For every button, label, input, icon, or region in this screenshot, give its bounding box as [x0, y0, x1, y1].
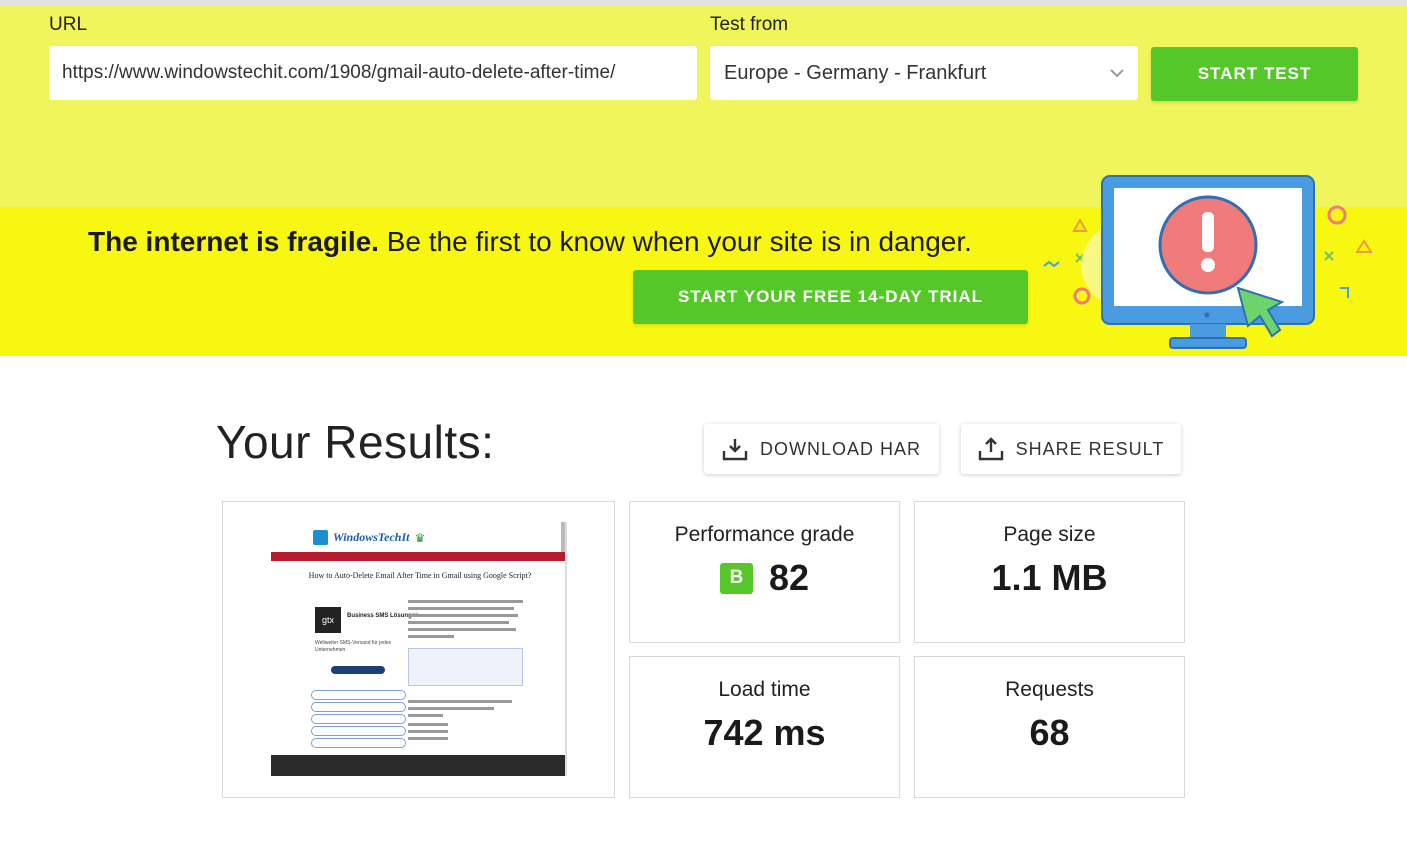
page-screenshot-thumbnail: WindowsTechIt ♛ How to Auto-Delete Email…	[271, 522, 567, 776]
test-location-select[interactable]: Europe - Germany - Frankfurt	[710, 46, 1138, 100]
page-screenshot-card: WindowsTechIt ♛ How to Auto-Delete Email…	[222, 501, 615, 798]
page-size-value: 1.1 MB	[991, 557, 1108, 598]
windows-logo-icon	[313, 530, 328, 545]
performance-grade-label: Performance grade	[674, 523, 855, 546]
promo-message: The internet is fragile. Be the first to…	[88, 226, 972, 258]
page-size-label: Page size	[1003, 523, 1096, 546]
page-size-card: Page size 1.1 MB	[914, 501, 1185, 643]
grade-badge: B	[719, 562, 753, 594]
chevron-down-icon	[1110, 68, 1124, 77]
url-input[interactable]	[49, 46, 697, 100]
thumbnail-scrollbar	[561, 522, 565, 552]
requests-label: Requests	[1005, 678, 1094, 701]
thumbnail-ad-text: Weltweiter SMS-Versand für jedes Unterne…	[315, 640, 392, 653]
performance-grade-value-row: B 82	[719, 557, 810, 599]
thumbnail-logo: WindowsTechIt ♛	[313, 530, 425, 545]
thumbnail-article-text	[408, 600, 523, 642]
thumbnail-headline: How to Auto-Delete Email After Time in G…	[308, 571, 532, 580]
thumbnail-ad-button	[331, 666, 385, 674]
thumbnail-logo-text: WindowsTechIt	[333, 530, 410, 544]
performance-grade-value: 82	[768, 557, 810, 598]
monitor-alert-illustration	[1043, 175, 1373, 349]
url-label: URL	[49, 14, 88, 35]
performance-grade-card: Performance grade B 82	[629, 501, 900, 643]
share-result-button[interactable]: SHARE RESULT	[961, 424, 1181, 474]
thumbnail-link-pills	[311, 690, 406, 750]
load-time-card: Load time 742 ms	[629, 656, 900, 798]
download-har-label: DOWNLOAD HAR	[759, 438, 921, 459]
promo-text: Be the first to know when your site is i…	[378, 226, 972, 257]
results-title: Your Results:	[216, 416, 495, 468]
requests-card: Requests 68	[914, 656, 1185, 798]
start-test-button[interactable]: START TEST	[1151, 47, 1358, 101]
download-icon	[722, 439, 748, 461]
free-trial-button[interactable]: START YOUR FREE 14-DAY TRIAL	[633, 270, 1028, 324]
load-time-label: Load time	[718, 678, 811, 701]
crown-icon: ♛	[414, 530, 426, 545]
share-icon	[978, 437, 1003, 461]
thumbnail-table-of-contents	[408, 648, 523, 686]
test-location-value: Europe - Germany - Frankfurt	[724, 61, 987, 84]
thumbnail-article-text-2	[408, 700, 523, 744]
requests-value: 68	[1029, 712, 1070, 753]
test-from-label: Test from	[710, 14, 789, 35]
promo-bold-text: The internet is fragile.	[88, 226, 379, 257]
thumbnail-cookie-bar	[271, 755, 565, 776]
download-har-button[interactable]: DOWNLOAD HAR	[704, 424, 939, 474]
share-result-label: SHARE RESULT	[1015, 438, 1165, 459]
load-time-value: 742 ms	[703, 712, 826, 753]
thumbnail-ad: gtx	[315, 607, 341, 633]
thumbnail-nav-bar	[271, 552, 565, 561]
thumbnail-ad-brand: gtx	[315, 607, 341, 633]
